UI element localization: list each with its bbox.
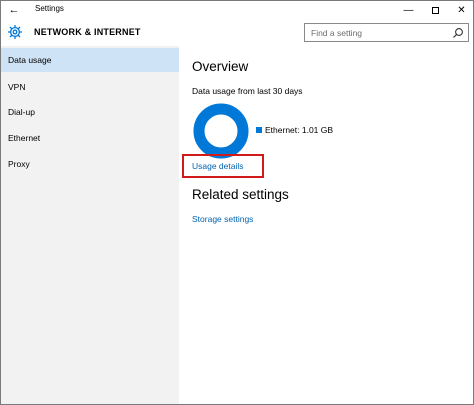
related-settings-heading: Related settings xyxy=(192,187,289,202)
search-input[interactable]: Find a setting xyxy=(304,23,469,42)
title-bar: ← Settings — ✕ xyxy=(1,1,473,19)
storage-settings-link[interactable]: Storage settings xyxy=(192,214,253,224)
sidebar-item-dial-up[interactable]: Dial-up xyxy=(1,100,179,124)
gear-icon xyxy=(8,25,22,39)
search-icon[interactable] xyxy=(452,27,464,39)
close-button[interactable]: ✕ xyxy=(448,1,474,19)
close-icon: ✕ xyxy=(457,4,466,16)
usage-donut-chart xyxy=(193,103,249,159)
page-title: NETWORK & INTERNET xyxy=(34,27,141,37)
overview-heading: Overview xyxy=(192,59,249,74)
usage-caption: Data usage from last 30 days xyxy=(192,86,303,96)
sidebar-item-vpn[interactable]: VPN xyxy=(1,75,179,99)
back-arrow-icon: ← xyxy=(8,4,20,16)
usage-details-link[interactable]: Usage details xyxy=(192,161,244,171)
sidebar-item-ethernet[interactable]: Ethernet xyxy=(1,126,179,150)
ethernet-legend-swatch xyxy=(256,127,262,133)
maximize-icon xyxy=(432,6,439,14)
ethernet-usage-arc xyxy=(193,103,249,159)
sidebar-item-data-usage[interactable]: Data usage xyxy=(1,48,179,72)
ethernet-legend-label: Ethernet: 1.01 GB xyxy=(265,125,334,135)
minimize-icon: — xyxy=(403,4,414,16)
maximize-button[interactable] xyxy=(422,1,449,19)
back-button[interactable]: ← xyxy=(1,1,27,19)
search-placeholder: Find a setting xyxy=(311,28,363,38)
window-title: Settings xyxy=(35,4,64,13)
sidebar-item-proxy[interactable]: Proxy xyxy=(1,152,179,176)
sidebar: Data usage VPN Dial-up Ethernet Proxy xyxy=(1,46,179,404)
settings-window: ← Settings — ✕ NETWORK & INTERNET Find a… xyxy=(0,0,474,405)
minimize-button[interactable]: — xyxy=(395,1,422,19)
